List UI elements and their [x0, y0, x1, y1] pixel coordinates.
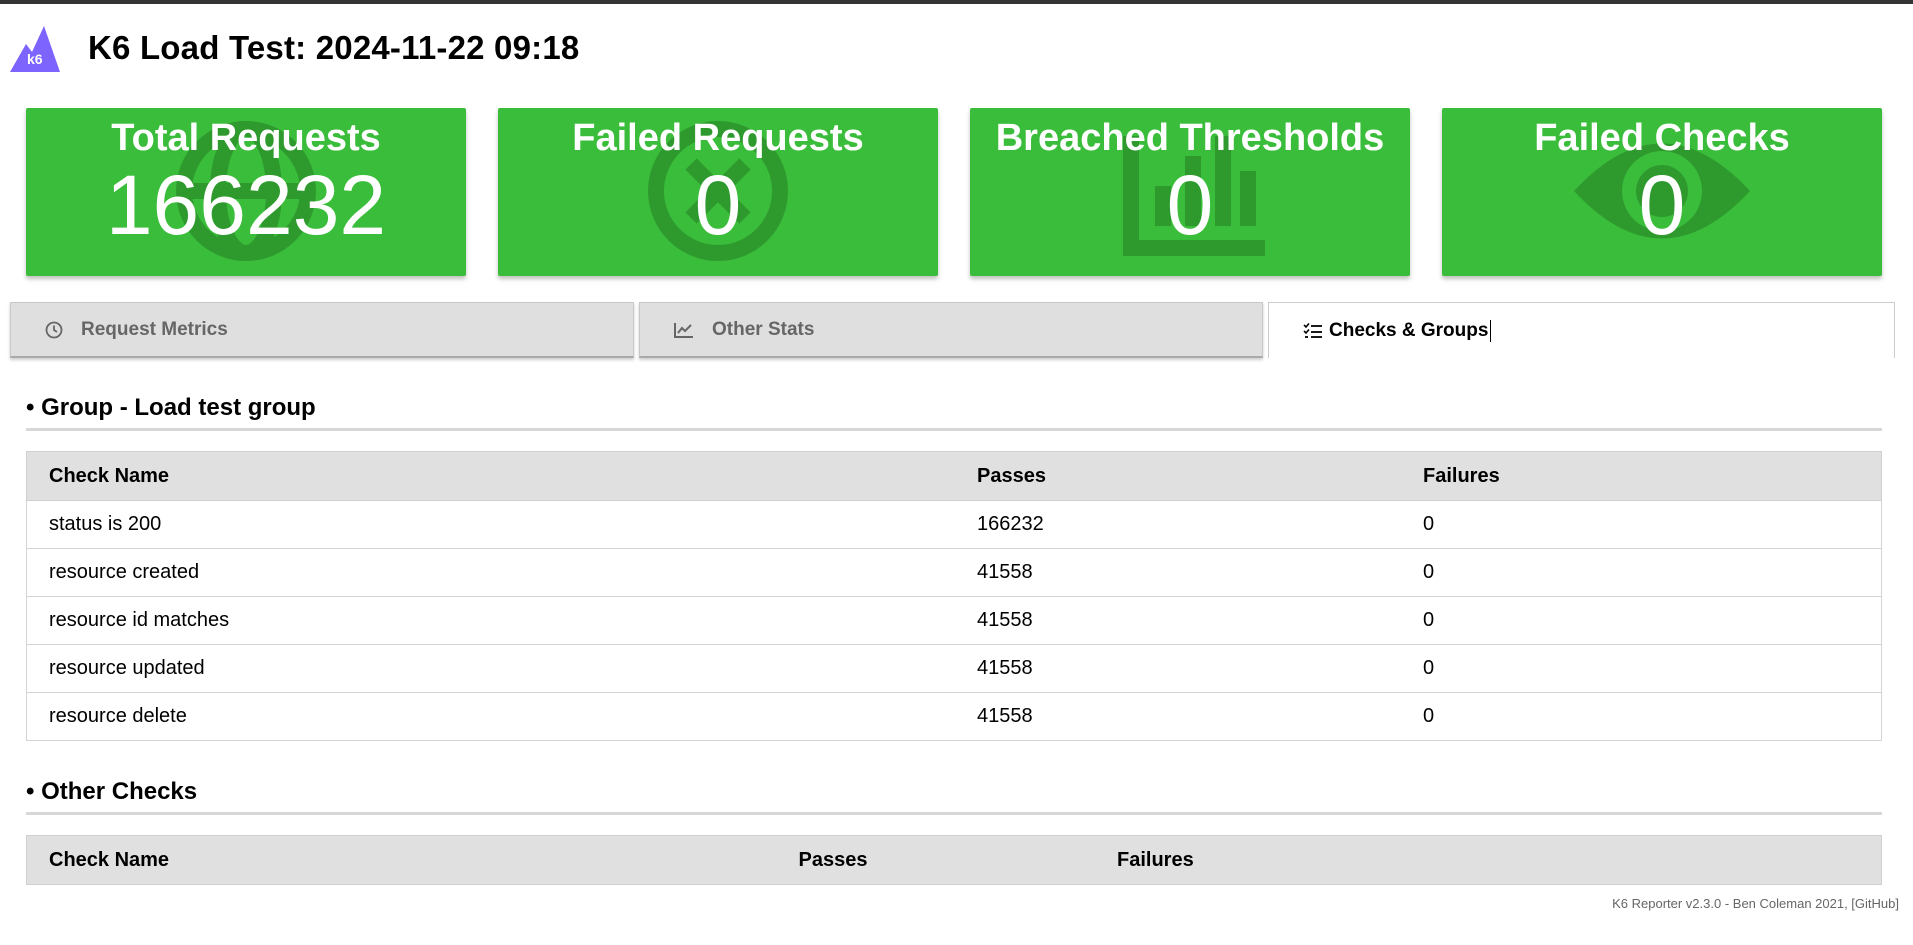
card-value: 166232 [105, 158, 387, 252]
table-header-row: Check Name Passes Failures [26, 451, 1882, 501]
column-header-failures[interactable]: Failures [1095, 835, 1882, 885]
failures-cell: 0 [1401, 548, 1882, 597]
table-row: resource updated 41558 0 [26, 644, 1882, 693]
page-title: K6 Load Test: 2024-11-22 09:18 [88, 29, 580, 66]
passes-cell: 41558 [955, 596, 1401, 645]
passes-cell: 41558 [955, 644, 1401, 693]
passes-cell: 166232 [955, 500, 1401, 549]
card-title: Failed Checks [1534, 117, 1790, 159]
tab-bar: Request Metrics Other Stats Checks & Gro… [10, 302, 1896, 360]
table-row: resource id matches 41558 0 [26, 596, 1882, 645]
tab-other-stats[interactable]: Other Stats [639, 302, 1263, 358]
tab-checks-groups[interactable]: Checks & Groups [1268, 302, 1895, 358]
check-name-cell: resource id matches [26, 596, 955, 645]
passes-cell: 41558 [955, 692, 1401, 741]
check-name-cell: resource delete [26, 692, 955, 741]
total-requests-card: Total Requests 166232 [26, 108, 466, 276]
column-header-failures[interactable]: Failures [1401, 451, 1882, 501]
group-heading: • Group - Load test group [26, 394, 1882, 431]
text-cursor [1490, 319, 1492, 342]
svg-text:k6: k6 [27, 51, 43, 67]
k6-logo: k6 [10, 24, 60, 72]
page-header: k6 K6 Load Test: 2024-11-22 09:18 [10, 24, 579, 72]
card-value: 0 [694, 158, 742, 252]
tab-label: Other Stats [712, 318, 815, 340]
check-name-cell: status is 200 [26, 500, 955, 549]
failures-cell: 0 [1401, 500, 1882, 549]
tab-label: Checks & Groups [1329, 319, 1489, 341]
line-chart-icon [674, 322, 694, 338]
other-checks-table: Check Name Passes Failures [26, 835, 1882, 885]
failed-requests-card: Failed Requests 0 [498, 108, 938, 276]
card-title: Total Requests [111, 117, 381, 159]
other-checks-section: • Other Checks Check Name Passes Failure… [26, 778, 1882, 885]
failures-cell: 0 [1401, 596, 1882, 645]
group-section: • Group - Load test group Check Name Pas… [26, 394, 1882, 741]
column-header-passes[interactable]: Passes [571, 835, 1095, 885]
breached-thresholds-card: Breached Thresholds 0 [970, 108, 1410, 276]
summary-cards: Total Requests 166232 Failed Requests 0 … [26, 108, 1882, 276]
card-title: Failed Requests [572, 117, 864, 159]
top-bar [0, 0, 1913, 4]
table-row: resource delete 41558 0 [26, 692, 1882, 741]
group-checks-table: Check Name Passes Failures status is 200… [26, 451, 1882, 741]
checklist-icon [1303, 322, 1323, 339]
column-header-passes[interactable]: Passes [955, 451, 1401, 501]
check-name-cell: resource updated [26, 644, 955, 693]
table-row: resource created 41558 0 [26, 548, 1882, 597]
other-checks-heading: • Other Checks [26, 778, 1882, 815]
card-value: 0 [1638, 158, 1686, 252]
column-header-check-name[interactable]: Check Name [26, 835, 571, 885]
footer-credits: K6 Reporter v2.3.0 - Ben Coleman 2021, [… [1612, 896, 1899, 911]
failed-checks-card: Failed Checks 0 [1442, 108, 1882, 276]
tab-request-metrics[interactable]: Request Metrics [10, 302, 634, 358]
column-header-check-name[interactable]: Check Name [26, 451, 955, 501]
clock-icon [45, 321, 63, 339]
tab-label: Request Metrics [81, 318, 228, 340]
table-header-row: Check Name Passes Failures [26, 835, 1882, 885]
table-row: status is 200 166232 0 [26, 500, 1882, 549]
failures-cell: 0 [1401, 692, 1882, 741]
card-title: Breached Thresholds [995, 117, 1385, 159]
card-value: 0 [1166, 158, 1214, 252]
passes-cell: 41558 [955, 548, 1401, 597]
failures-cell: 0 [1401, 644, 1882, 693]
check-name-cell: resource created [26, 548, 955, 597]
